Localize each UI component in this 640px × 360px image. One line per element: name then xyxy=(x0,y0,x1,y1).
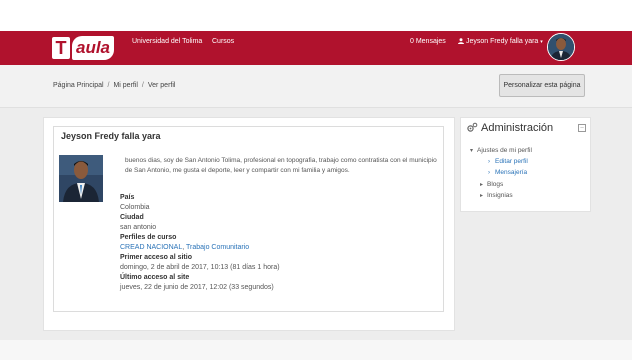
course-profiles-value: CREAD NACIONAL, Trabajo Comunitario xyxy=(120,243,440,253)
profile-description: buenos dias, soy de San Antonio Tolima, … xyxy=(125,157,437,174)
page-footer xyxy=(0,340,632,360)
course-profiles-label: Perfiles de curso xyxy=(120,234,177,241)
breadcrumb-separator: / xyxy=(141,82,144,89)
administration-title: Administración xyxy=(466,122,553,134)
profile-name: Jeyson Fredy falla yara xyxy=(61,131,161,141)
breadcrumb-item-view-profile[interactable]: Ver perfil xyxy=(148,82,176,89)
country-label: País xyxy=(120,194,135,201)
course-link-cread[interactable]: CREAD NACIONAL xyxy=(120,244,182,251)
caret-right-icon: ▸ xyxy=(480,193,484,199)
avatar[interactable] xyxy=(547,33,575,61)
tree-item-profile-settings[interactable]: ▾ Ajustes de mi perfil xyxy=(470,146,532,156)
tree-label: Mensajería xyxy=(495,169,528,176)
tree-item-messaging[interactable]: › Mensajería xyxy=(488,168,527,178)
tree-label: Blogs xyxy=(487,181,504,188)
city-label: Ciudad xyxy=(120,214,144,221)
tree-item-badges[interactable]: ▸ Insignias xyxy=(480,191,513,201)
course-link-trabajo[interactable]: Trabajo Comunitario xyxy=(186,244,249,251)
tree-label: Ajustes de mi perfil xyxy=(477,147,532,154)
collapse-block-icon[interactable]: – xyxy=(578,124,586,132)
chevron-right-icon: › xyxy=(488,159,490,165)
breadcrumb-item-home[interactable]: Página Principal xyxy=(53,82,104,89)
profile-fields: País Colombia Ciudad san antonio Perfile… xyxy=(120,193,440,293)
last-access-label: Último acceso al site xyxy=(120,274,190,281)
user-menu[interactable]: Jeyson Fredy falla yara ▾ xyxy=(458,31,543,53)
city-value: san antonio xyxy=(120,224,157,231)
tree-item-edit-profile[interactable]: › Editar perfil xyxy=(488,157,528,167)
customize-page-button[interactable]: Personalizar esta página xyxy=(499,74,585,97)
top-white-strip xyxy=(0,0,640,31)
nav-link-universidad[interactable]: Universidad del Tolima xyxy=(132,31,202,65)
nav-link-cursos[interactable]: Cursos xyxy=(212,31,234,65)
user-name: Jeyson Fredy falla yara xyxy=(465,38,539,45)
caret-right-icon: ▸ xyxy=(480,182,484,188)
tree-label: Insignias xyxy=(487,192,513,199)
last-access-value: jueves, 22 de junio de 2017, 12:02 (33 s… xyxy=(120,284,274,291)
first-access-label: Primer acceso al sitio xyxy=(120,254,192,261)
logo-letter: T xyxy=(52,37,70,59)
site-logo[interactable]: T aula xyxy=(52,34,115,62)
administration-title-text: Administración xyxy=(481,122,554,134)
first-access-value: domingo, 2 de abril de 2017, 10:13 (81 d… xyxy=(120,264,280,271)
profile-photo xyxy=(59,155,103,202)
chevron-down-icon: ▾ xyxy=(540,39,543,45)
chevron-right-icon: › xyxy=(488,170,490,176)
breadcrumb-item-profile[interactable]: Mi perfil xyxy=(113,82,138,89)
caret-down-icon: ▾ xyxy=(470,148,474,154)
messages-link[interactable]: 0 Mensajes xyxy=(410,31,446,65)
window-edge xyxy=(632,31,640,360)
country-value: Colombia xyxy=(120,204,150,211)
breadcrumb-separator: / xyxy=(107,82,110,89)
tree-label: Editar perfil xyxy=(495,158,528,165)
gear-icon xyxy=(467,122,478,132)
user-icon xyxy=(458,38,464,44)
tree-item-blogs[interactable]: ▸ Blogs xyxy=(480,180,503,190)
breadcrumb: Página Principal / Mi perfil / Ver perfi… xyxy=(53,82,175,89)
navbar: T aula Universidad del Tolima Cursos 0 M… xyxy=(0,31,632,65)
logo-text: aula xyxy=(72,36,115,60)
